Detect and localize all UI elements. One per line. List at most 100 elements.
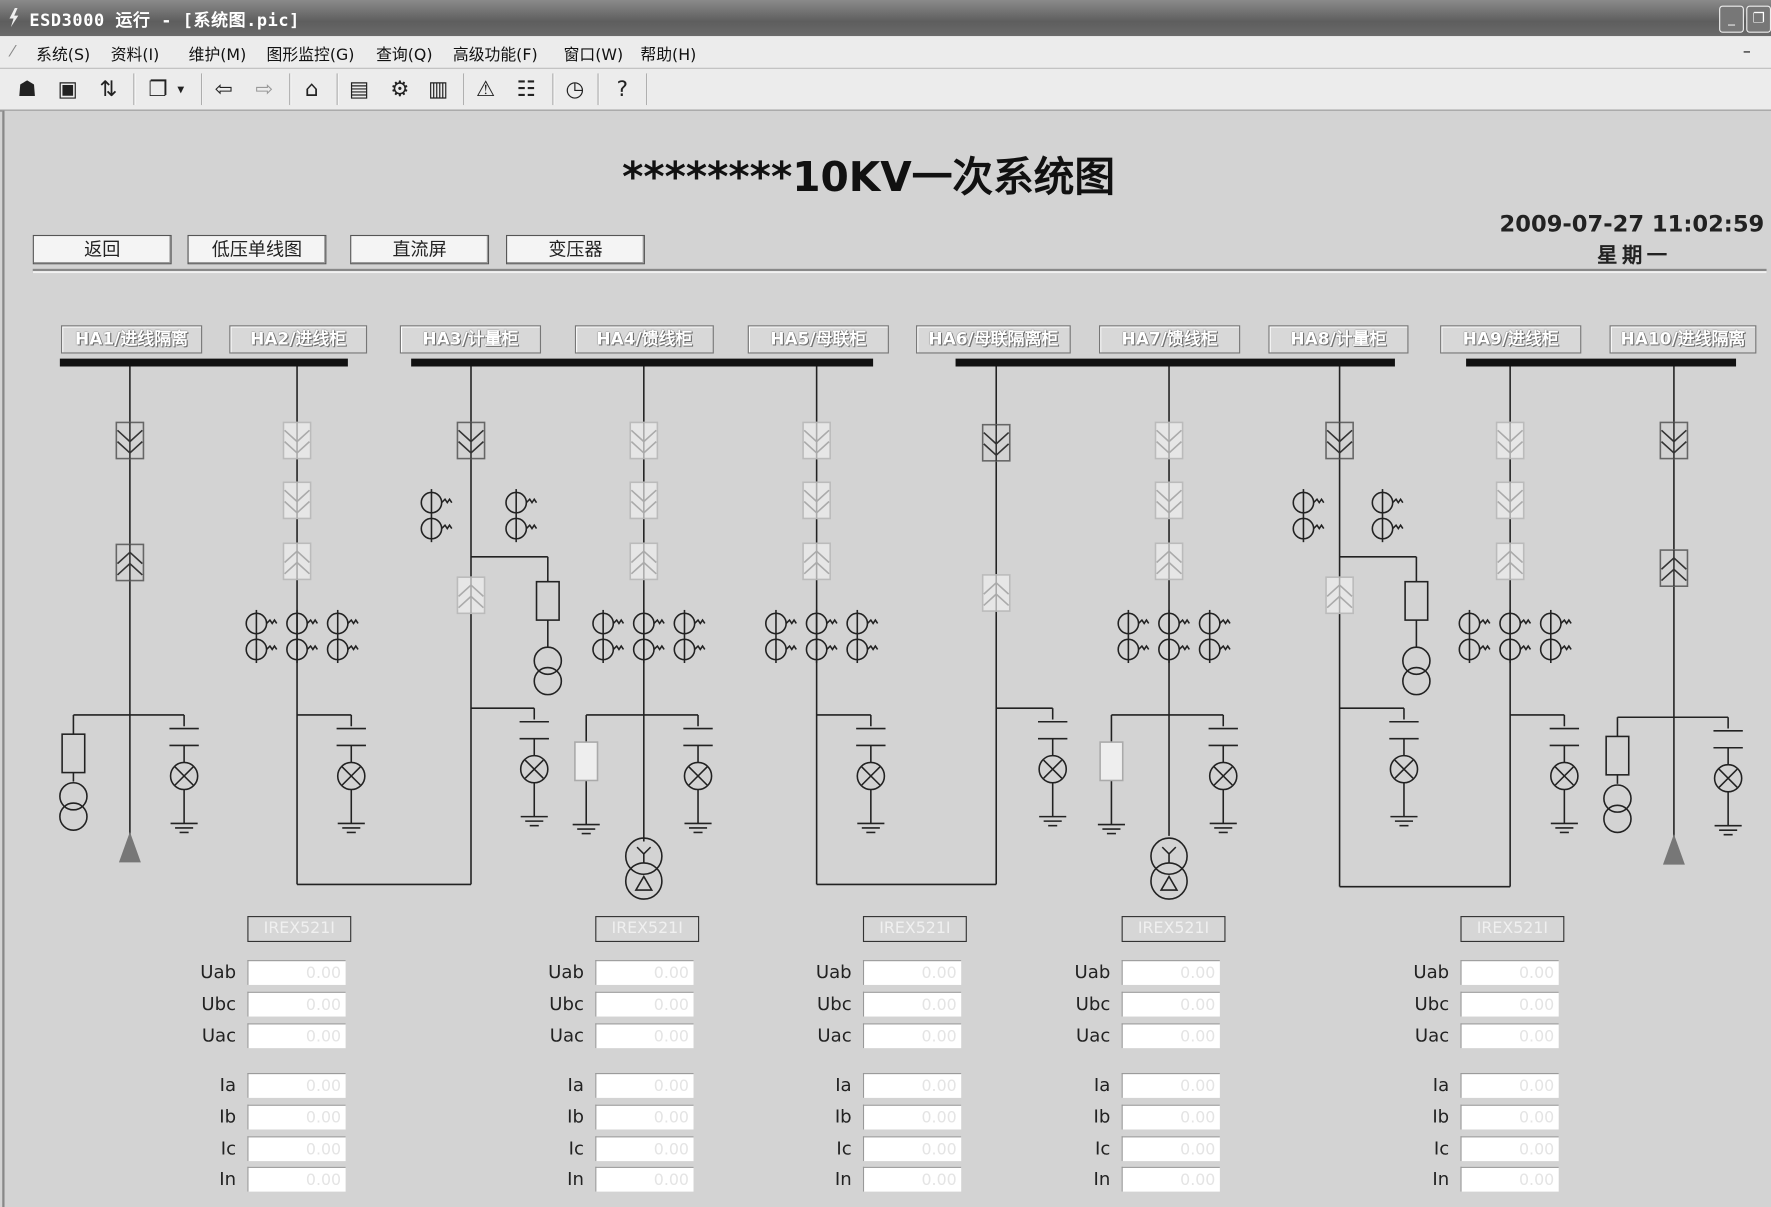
current-transformer-icon	[245, 609, 278, 664]
capacitor-indicator-icon	[1038, 708, 1068, 817]
cabinet-label-6[interactable]: HA6/母联隔离柜	[916, 325, 1071, 354]
field-label-uac: Uac	[201, 1024, 237, 1046]
fuse-icon	[1605, 735, 1630, 776]
current-transformer-icon	[1371, 489, 1404, 543]
field-value-in: 0.00	[1121, 1166, 1220, 1192]
current-transformer-icon	[846, 609, 879, 664]
device-label[interactable]: IREX521I	[595, 916, 700, 943]
disconnect-switch-icon	[1154, 542, 1184, 581]
ground-icon	[684, 822, 712, 834]
low-voltage-diagram-button[interactable]: 低压单线图	[187, 234, 327, 265]
disconnect-switch-icon	[282, 421, 312, 460]
capacitor-indicator-icon	[683, 714, 713, 824]
field-label-ib: Ib	[834, 1105, 852, 1128]
disconnect-switch-icon	[802, 481, 831, 520]
field-label-ic: Ic	[1433, 1137, 1450, 1159]
current-transformer-icon	[326, 609, 359, 664]
disconnect-switch-icon	[1495, 542, 1525, 581]
cabinet-label-5[interactable]: HA5/母联柜	[747, 325, 889, 354]
disconnect-switch-icon	[1154, 421, 1184, 460]
field-label-ia: Ia	[1093, 1074, 1111, 1096]
disconnect-switch-icon	[1495, 421, 1525, 460]
cabinet-label-4[interactable]: HA4/馈线柜	[574, 325, 714, 354]
capacitor-indicator-icon	[169, 714, 199, 824]
current-transformer-icon	[505, 489, 538, 543]
ground-icon	[337, 822, 365, 834]
cabinet-label-2[interactable]: HA2/进线柜	[229, 325, 368, 354]
ground-icon	[1390, 815, 1418, 827]
field-value-ic: 0.00	[862, 1136, 962, 1162]
field-label-uab: Uab	[1413, 961, 1450, 983]
fuse-icon	[1099, 741, 1124, 782]
field-value-ubc: 0.00	[247, 991, 346, 1017]
field-label-ic: Ic	[1095, 1137, 1111, 1159]
arrow-icon	[118, 831, 141, 863]
current-transformer-icon	[673, 609, 706, 664]
field-value-ubc: 0.00	[862, 991, 962, 1017]
capacitor-indicator-icon	[336, 714, 366, 824]
cabinet-label-1[interactable]: HA1/进线隔离	[60, 325, 203, 354]
field-value-ic: 0.00	[1460, 1136, 1559, 1162]
device-label[interactable]: IREX521I	[862, 916, 967, 943]
ground-icon	[1209, 822, 1237, 834]
cabinet-label-7[interactable]: HA7/馈线柜	[1099, 325, 1241, 354]
field-label-in: In	[219, 1167, 237, 1190]
current-transformer-icon	[286, 609, 319, 664]
current-transformer-icon	[592, 609, 625, 664]
current-transformer-icon	[420, 489, 453, 543]
field-label-ubc: Ubc	[816, 992, 852, 1015]
potential-transformer-icon	[533, 646, 563, 696]
transformer-button[interactable]: 变压器	[506, 234, 645, 265]
current-transformer-icon	[632, 609, 665, 664]
field-label-ia: Ia	[219, 1074, 237, 1096]
disconnect-switch-icon	[802, 542, 831, 581]
field-label-in: In	[567, 1167, 584, 1190]
arrow-icon	[1662, 834, 1685, 865]
disconnect-switch-icon	[629, 421, 659, 460]
device-label[interactable]: IREX521I	[1121, 916, 1226, 943]
device-label[interactable]: IREX521I	[247, 916, 352, 943]
field-value-uac: 0.00	[1121, 1023, 1220, 1049]
cabinet-label-9[interactable]: HA9/进线柜	[1440, 325, 1582, 354]
field-value-uab: 0.00	[1121, 960, 1220, 985]
cabinet-label-10[interactable]: HA10/进线隔离	[1609, 325, 1757, 354]
potential-transformer-icon	[1402, 646, 1431, 696]
fuse-icon	[61, 733, 86, 774]
device-label[interactable]: IREX521I	[1460, 916, 1565, 943]
disconnect-switch-icon	[981, 574, 1011, 612]
field-value-uab: 0.00	[1460, 960, 1559, 985]
field-value-in: 0.00	[1460, 1166, 1559, 1192]
transformer-icon	[624, 837, 663, 900]
app-window: ESD3000 运行 - [系统图.pic] _ ❐ ⁄ – 系统(S) 资料(I…	[0, 0, 1771, 1207]
field-value-ubc: 0.00	[1121, 991, 1220, 1017]
field-label-ia: Ia	[1432, 1074, 1450, 1096]
field-value-ia: 0.00	[1121, 1073, 1220, 1098]
field-label-uac: Uac	[1414, 1024, 1450, 1046]
cabinet-label-8[interactable]: HA8/计量柜	[1268, 325, 1409, 354]
field-value-ubc: 0.00	[595, 991, 694, 1017]
field-value-ib: 0.00	[1121, 1104, 1220, 1130]
ground-icon	[170, 822, 198, 834]
ground-icon	[520, 815, 548, 827]
field-value-ubc: 0.00	[1460, 991, 1559, 1017]
current-transformer-icon	[1117, 609, 1150, 664]
disconnect-switch-icon	[1495, 481, 1525, 520]
cabinet-label-3[interactable]: HA3/计量柜	[399, 325, 542, 354]
current-transformer-icon	[765, 609, 797, 664]
field-label-ib: Ib	[1432, 1105, 1450, 1128]
disconnect-switch-icon	[802, 421, 831, 460]
disconnect-switch-icon	[115, 543, 145, 582]
disconnect-switch-icon	[282, 481, 312, 520]
disconnect-switch-icon	[1154, 481, 1184, 520]
datetime: 2009-07-27 11:02:59	[1499, 210, 1765, 238]
dc-panel-button[interactable]: 直流屏	[350, 234, 490, 265]
field-label-in: In	[1432, 1167, 1450, 1190]
field-label-uac: Uac	[1076, 1024, 1111, 1046]
field-label-ib: Ib	[219, 1105, 237, 1128]
ground-icon	[1550, 822, 1578, 834]
back-button[interactable]: 返回	[32, 234, 172, 265]
field-value-uac: 0.00	[247, 1023, 346, 1049]
field-label-uab: Uab	[548, 961, 584, 983]
potential-transformer-icon	[59, 781, 88, 831]
disconnect-switch-icon	[456, 576, 486, 615]
